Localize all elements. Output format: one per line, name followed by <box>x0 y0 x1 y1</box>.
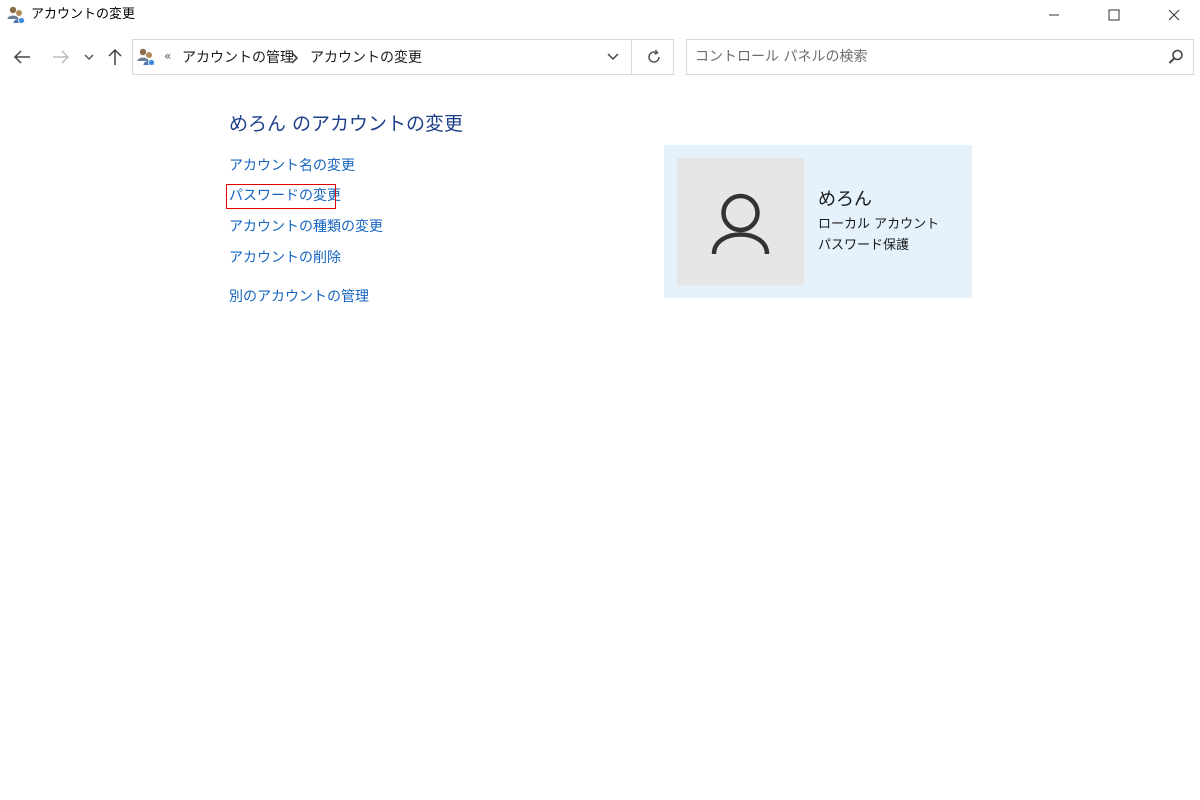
link-change-account-type[interactable]: アカウントの種類の変更 <box>229 218 383 236</box>
account-name: めろん <box>818 189 872 210</box>
chevron-down-icon <box>607 53 619 61</box>
up-arrow-icon <box>108 48 122 65</box>
chevron-down-icon <box>84 54 94 61</box>
search-icon[interactable] <box>1167 48 1185 66</box>
search-box[interactable] <box>686 39 1194 75</box>
account-password-status: パスワード保護 <box>818 238 910 253</box>
recent-locations-button[interactable] <box>80 44 98 70</box>
minimize-button[interactable] <box>1031 0 1077 30</box>
minimize-icon <box>1049 14 1059 16</box>
user-accounts-icon <box>137 48 155 66</box>
maximize-button[interactable] <box>1091 0 1137 30</box>
back-button[interactable] <box>11 44 33 70</box>
link-manage-another-account[interactable]: 別のアカウントの管理 <box>229 288 369 306</box>
address-dropdown-button[interactable] <box>603 47 623 67</box>
search-input[interactable] <box>695 47 1155 67</box>
account-card: めろん ローカル アカウント パスワード保護 <box>664 145 972 298</box>
link-change-account-name[interactable]: アカウント名の変更 <box>229 157 355 175</box>
navigation-bar: « アカウントの管理 アカウントの変更 <box>0 36 1200 78</box>
account-type: ローカル アカウント <box>818 217 940 232</box>
control-panel-window: アカウントの変更 « アカウントの管理 アカウントの変更 コントロール パネルの… <box>0 0 1200 800</box>
address-bar[interactable]: « アカウントの管理 アカウントの変更 <box>132 39 674 75</box>
link-change-password[interactable]: パスワードの変更 <box>229 187 341 205</box>
refresh-icon <box>648 49 660 63</box>
forward-arrow-icon <box>53 50 70 64</box>
breadcrumb-manage-accounts[interactable]: アカウントの管理 <box>182 49 294 67</box>
user-silhouette-icon <box>711 193 770 255</box>
avatar <box>677 158 804 285</box>
close-icon <box>1168 9 1180 21</box>
refresh-button[interactable] <box>641 47 667 67</box>
close-button[interactable] <box>1151 0 1197 30</box>
forward-button[interactable] <box>50 44 72 70</box>
window-title: アカウントの変更 <box>31 7 136 22</box>
breadcrumb-change-account[interactable]: アカウントの変更 <box>310 49 422 67</box>
page-title: めろん のアカウントの変更 <box>229 113 464 135</box>
user-accounts-icon <box>7 6 25 24</box>
maximize-icon <box>1108 9 1120 21</box>
address-divider <box>631 40 632 74</box>
breadcrumb-overflow[interactable]: « <box>164 49 171 63</box>
title-bar: アカウントの変更 <box>0 0 1200 31</box>
breadcrumb-chevron-right-icon[interactable] <box>289 50 301 66</box>
link-delete-account[interactable]: アカウントの削除 <box>229 249 341 267</box>
back-arrow-icon <box>13 50 30 64</box>
up-button[interactable] <box>104 44 126 70</box>
